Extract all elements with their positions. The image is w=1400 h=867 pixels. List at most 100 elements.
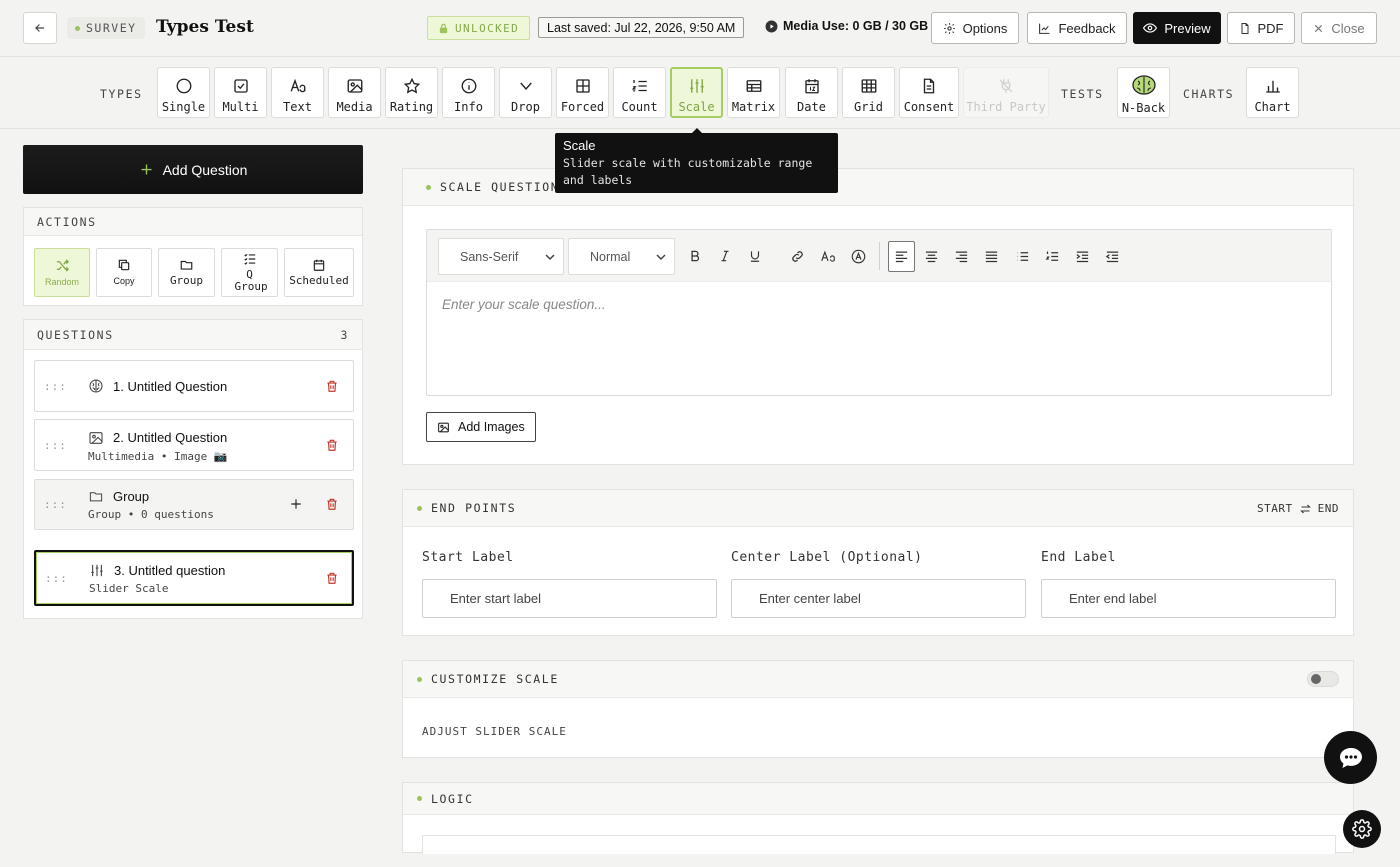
align-justify-icon: [985, 251, 997, 262]
swap-start-label: START: [1257, 502, 1293, 515]
type-matrix-label: Matrix: [731, 100, 776, 114]
action-q-group-button[interactable]: Q Group: [221, 248, 278, 297]
question-text-area[interactable]: Enter your scale question...: [442, 297, 606, 312]
settings-fab-button[interactable]: [1343, 810, 1381, 848]
question-item-selected[interactable]: ::: 3. Untitled question Slider Scale: [34, 550, 354, 606]
drag-handle[interactable]: :::: [44, 498, 67, 511]
align-right-button[interactable]: [952, 247, 970, 265]
add-question-button[interactable]: Add Question: [23, 145, 363, 194]
align-justify-button[interactable]: [982, 247, 1000, 265]
action-group-button[interactable]: Group: [158, 248, 215, 297]
outdent-button[interactable]: [1103, 247, 1121, 265]
customize-scale-toggle[interactable]: [1307, 671, 1339, 687]
folder-icon: [180, 260, 193, 270]
text-size-button[interactable]: [819, 247, 837, 265]
file-icon: [1241, 22, 1248, 34]
underline-icon: [750, 251, 760, 262]
chevron-down-icon: [656, 254, 666, 261]
test-nback-button[interactable]: N-Back: [1117, 67, 1170, 118]
action-scheduled-button[interactable]: Scheduled: [284, 248, 354, 297]
action-group-label: Group: [169, 274, 204, 287]
type-forced-button[interactable]: Forced: [556, 67, 609, 118]
trash-icon[interactable]: [325, 379, 339, 393]
type-single-button[interactable]: Single: [157, 67, 210, 118]
text-color-button[interactable]: [849, 247, 867, 265]
type-multi-button[interactable]: Multi: [214, 67, 267, 118]
calendar-icon: [313, 259, 325, 271]
trash-icon[interactable]: [325, 571, 339, 585]
trash-icon[interactable]: [325, 438, 339, 452]
italic-icon: [721, 250, 729, 262]
link-button[interactable]: [788, 247, 806, 265]
chevron-down-icon: [519, 82, 532, 91]
bold-button[interactable]: [686, 247, 704, 265]
type-consent-button[interactable]: Consent: [899, 67, 959, 118]
back-button[interactable]: [23, 12, 57, 44]
actions-header: ACTIONS: [24, 208, 362, 236]
align-center-button[interactable]: [922, 247, 940, 265]
close-button[interactable]: Close: [1301, 12, 1377, 44]
question-item[interactable]: ::: 1. Untitled Question: [34, 360, 354, 412]
type-scale-button[interactable]: Scale: [670, 67, 723, 118]
pdf-button[interactable]: PDF: [1227, 12, 1295, 44]
type-drop-button[interactable]: Drop: [499, 67, 552, 118]
section-dot: [417, 505, 422, 511]
swap-endpoints-button[interactable]: START END: [1257, 502, 1339, 515]
action-copy-button[interactable]: Copy: [96, 248, 152, 297]
action-q-group-label: Q Group: [234, 268, 268, 293]
type-matrix-button[interactable]: Matrix: [727, 67, 780, 118]
questions-count: 3: [340, 327, 349, 342]
type-date-button[interactable]: Date: [785, 67, 838, 118]
info-icon: [461, 78, 476, 94]
sliders-icon: [91, 564, 103, 577]
question-subtitle: Multimedia • Image 📷: [88, 450, 228, 463]
numbered-list-button[interactable]: [1043, 247, 1061, 265]
group-item[interactable]: ::: Group Group • 0 questions: [34, 479, 354, 530]
play-circle-icon: [765, 20, 778, 32]
type-text-button[interactable]: Text: [271, 67, 324, 118]
plus-icon[interactable]: [289, 497, 303, 511]
align-left-button[interactable]: [888, 241, 915, 272]
type-media-button[interactable]: Media: [328, 67, 381, 118]
rich-text-editor[interactable]: Sans-Serif Normal Enter your scale quest…: [426, 229, 1332, 396]
preview-button[interactable]: Preview: [1133, 12, 1221, 44]
text-color-icon: [851, 249, 865, 263]
type-forced-label: Forced: [560, 100, 605, 114]
underline-button[interactable]: [746, 247, 764, 265]
type-info-button[interactable]: Info: [442, 67, 495, 118]
chat-support-button[interactable]: [1324, 731, 1377, 784]
start-label-input[interactable]: Enter start label: [422, 579, 717, 618]
indent-button[interactable]: [1073, 247, 1091, 265]
center-label-input[interactable]: Enter center label: [731, 579, 1026, 618]
swap-end-label: END: [1317, 502, 1339, 515]
table-icon: [861, 79, 876, 93]
drag-handle[interactable]: :::: [44, 439, 67, 452]
customize-scale-card: CUSTOMIZE SCALE ADJUST SLIDER SCALE: [402, 660, 1354, 758]
arrow-left-icon: [35, 24, 45, 32]
calendar-icon: [804, 79, 819, 94]
drag-handle[interactable]: :::: [45, 572, 68, 585]
italic-button[interactable]: [716, 247, 734, 265]
question-title: 1. Untitled Question: [113, 379, 228, 394]
bullet-list-button[interactable]: [1013, 247, 1031, 265]
type-rating-button[interactable]: Rating: [385, 67, 438, 118]
end-label-input[interactable]: Enter end label: [1041, 579, 1336, 618]
drag-handle[interactable]: :::: [44, 380, 67, 393]
font-family-select[interactable]: Sans-Serif: [438, 238, 564, 275]
trash-icon[interactable]: [325, 497, 339, 511]
type-count-button[interactable]: Count: [613, 67, 666, 118]
question-item[interactable]: ::: 2. Untitled Question Multimedia • Im…: [34, 419, 354, 471]
font-size-select[interactable]: Normal: [568, 238, 675, 275]
link-icon: [791, 250, 803, 262]
type-grid-button[interactable]: Grid: [842, 67, 895, 118]
feedback-button[interactable]: Feedback: [1027, 12, 1127, 44]
type-count-label: Count: [621, 100, 658, 114]
lock-status-badge[interactable]: UNLOCKED: [427, 16, 531, 40]
question-title: 2. Untitled Question: [113, 430, 228, 445]
logic-title: LOGIC: [431, 791, 474, 806]
chart-button[interactable]: Chart: [1246, 67, 1299, 118]
add-images-button[interactable]: Add Images: [426, 412, 536, 442]
action-random-button[interactable]: Random: [34, 248, 90, 297]
type-media-label: Media: [336, 100, 373, 114]
options-button[interactable]: Options: [931, 12, 1019, 44]
